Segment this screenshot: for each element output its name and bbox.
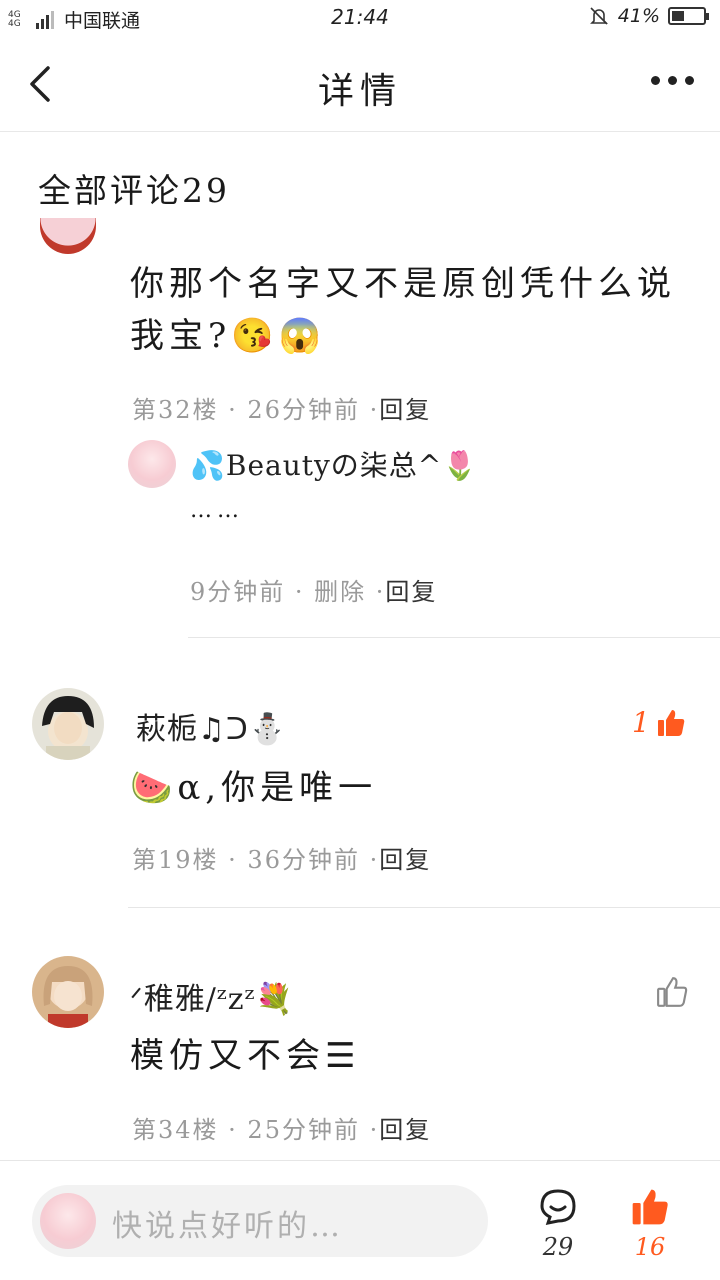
reply-link[interactable]: 回复	[379, 1116, 431, 1144]
comments-button[interactable]: 29	[536, 1187, 580, 1261]
thumbs-up-filled-icon	[657, 709, 685, 736]
avatar[interactable]	[32, 688, 104, 760]
comment-text: 你那个名字又不是原创凭什么说我宝?😘😱	[130, 264, 676, 356]
avatar[interactable]	[128, 440, 176, 488]
avatar[interactable]	[40, 218, 96, 254]
sub-reply-meta: 9分钟前 · 删除 ·回复	[190, 572, 437, 607]
reply-link[interactable]: 回复	[385, 578, 437, 606]
more-options-icon[interactable]	[651, 76, 694, 85]
thumbs-up-filled-icon	[632, 1189, 668, 1225]
comment-author[interactable]: 萩栀♫ᑐ⛄	[136, 704, 287, 748]
avatar	[40, 1193, 96, 1249]
avatar-illustration	[42, 696, 94, 760]
divider	[128, 907, 720, 908]
avatar[interactable]	[32, 956, 104, 1028]
comment-bubble-icon	[540, 1189, 576, 1225]
avatar-illustration	[43, 966, 93, 1028]
reply-link[interactable]: 回复	[379, 396, 431, 424]
status-bar: 4G 4G 中国联通 21:44 41%	[0, 0, 720, 36]
sub-reply-author[interactable]: 💦Beautyの柒总^🌷	[190, 444, 478, 484]
battery-icon	[668, 7, 709, 25]
like-count: 1	[632, 706, 650, 739]
comment-meta: 第19楼 · 36分钟前 ·回复	[132, 840, 431, 875]
like-button[interactable]: 1	[632, 706, 686, 739]
page-title: 详情	[317, 71, 402, 112]
comment-floor-time: 第34楼 · 25分钟前 ·	[132, 1116, 380, 1144]
comment-meta: 第34楼 · 25分钟前 ·回复	[132, 1110, 431, 1145]
bottom-bar: 快说点好听的… 29 16	[0, 1160, 720, 1280]
comment-input[interactable]: 快说点好听的…	[32, 1185, 488, 1257]
comment-meta: 第32楼 · 26分钟前 ·回复	[132, 390, 431, 425]
divider	[188, 637, 720, 638]
input-placeholder: 快说点好听的…	[112, 1209, 343, 1244]
comment-text: 模仿又不会☰	[130, 1036, 361, 1076]
reply-link[interactable]: 回复	[379, 846, 431, 874]
comments-section-title: 全部评论29	[38, 171, 230, 210]
comment-count: 29	[542, 1233, 574, 1261]
comment-floor-time: 第19楼 · 36分钟前 ·	[132, 846, 380, 874]
thumbs-up-outline-icon[interactable]	[656, 976, 688, 1008]
battery-percent: 41%	[617, 5, 660, 27]
comment-floor-time: 第32楼 · 26分钟前 ·	[132, 396, 380, 424]
sub-reply-time: 9分钟前 · 删除 ·	[190, 578, 386, 606]
comment-author[interactable]: ᐟ稚雅/ᶻzᶻ💐	[130, 974, 294, 1018]
nav-header: 详情	[0, 36, 720, 132]
mute-bell-icon	[589, 7, 608, 25]
sub-reply-text: ……	[190, 498, 244, 523]
comment-text: 🍉α,你是唯一	[130, 768, 378, 808]
like-post-button[interactable]: 16	[628, 1187, 672, 1261]
like-count: 16	[634, 1233, 666, 1261]
